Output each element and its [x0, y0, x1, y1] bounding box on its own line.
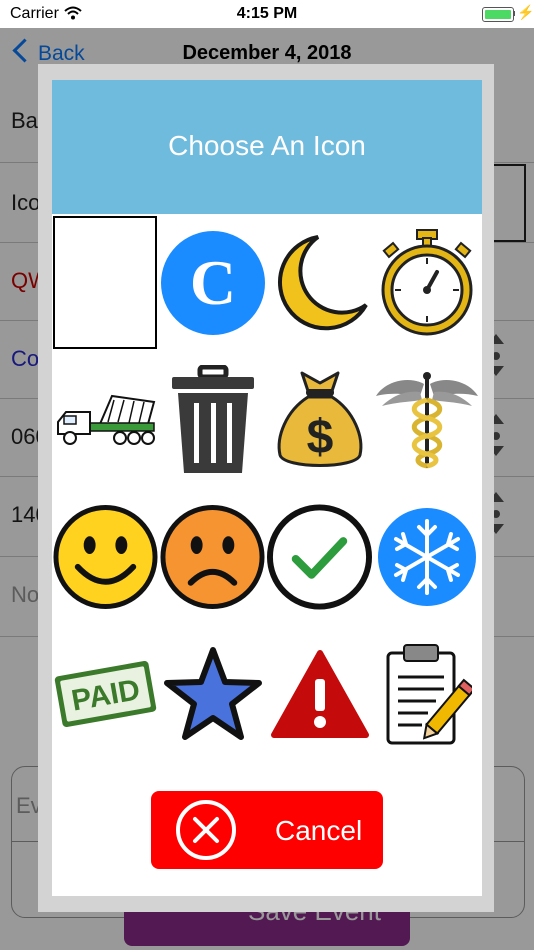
icon-option-check[interactable]	[266, 488, 373, 625]
checkmark-circle-icon	[266, 503, 373, 610]
snowflake-icon	[377, 507, 476, 606]
icon-option-stopwatch[interactable]	[373, 214, 480, 351]
svg-text:$: $	[306, 411, 333, 464]
battery-icon	[482, 7, 514, 22]
icon-option-star[interactable]	[159, 625, 266, 762]
star-icon	[163, 646, 262, 740]
dump-truck-icon	[56, 394, 155, 445]
copyright-c-icon: C	[160, 230, 265, 335]
modal-header: Choose An Icon	[52, 80, 482, 214]
icon-option-moon[interactable]	[266, 214, 373, 351]
status-bar: Carrier 4:15 PM ⚡	[0, 0, 534, 28]
icon-picker-modal: Choose An Icon C $ PAID Cancel	[38, 64, 494, 912]
crescent-moon-icon	[277, 234, 368, 330]
icon-option-money-bag[interactable]: $	[266, 351, 373, 488]
icon-option-snowflake[interactable]	[373, 488, 480, 625]
icon-option-clipboard[interactable]	[373, 625, 480, 762]
icon-option-trash[interactable]	[159, 351, 266, 488]
smiley-face-icon	[53, 504, 158, 609]
cancel-label: Cancel	[275, 815, 363, 846]
warning-triangle-icon	[270, 649, 369, 738]
icon-option-blank[interactable]	[52, 214, 159, 351]
stopwatch-icon	[381, 228, 472, 335]
status-time: 4:15 PM	[236, 5, 298, 22]
icon-grid: C $ PAID	[52, 214, 482, 762]
icon-option-caduceus[interactable]	[373, 351, 480, 488]
frowning-face-icon	[160, 504, 265, 609]
blank-icon	[53, 216, 157, 349]
paid-stamp-icon: PAID	[54, 660, 157, 727]
icon-option-warning[interactable]	[266, 625, 373, 762]
close-circle-icon	[176, 800, 236, 860]
modal-panel: Choose An Icon C $ PAID Cancel	[52, 80, 482, 896]
money-bag-icon: $	[277, 371, 362, 467]
trash-can-icon	[171, 364, 254, 473]
icon-option-smiley[interactable]	[52, 488, 159, 625]
icon-option-truck[interactable]	[52, 351, 159, 488]
caduceus-icon	[375, 371, 478, 468]
icon-option-c[interactable]: C	[159, 214, 266, 351]
icon-option-paid[interactable]: PAID	[52, 625, 159, 762]
svg-text:C: C	[189, 247, 235, 318]
charging-bolt-icon: ⚡	[517, 4, 534, 20]
battery-cap	[513, 11, 515, 16]
clipboard-pencil-icon	[386, 643, 472, 744]
cancel-button[interactable]: Cancel	[151, 791, 383, 869]
modal-title: Choose An Icon	[168, 130, 366, 161]
icon-option-frown[interactable]	[159, 488, 266, 625]
